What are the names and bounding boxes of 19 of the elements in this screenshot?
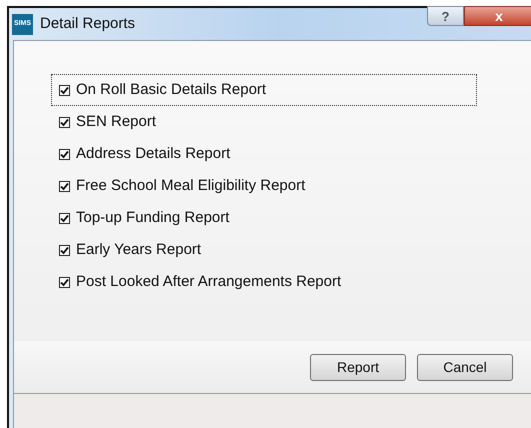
check-icon <box>60 150 69 158</box>
report-checkbox[interactable]: Post Looked After Arrangements Report <box>51 266 477 298</box>
report-checkbox[interactable]: Early Years Report <box>51 234 477 266</box>
report-checkbox[interactable]: Address Details Report <box>51 138 477 170</box>
help-button[interactable]: ? <box>427 6 464 26</box>
close-button[interactable]: x <box>464 6 531 26</box>
check-icon <box>60 86 69 94</box>
window-title: Detail Reports <box>40 14 136 34</box>
check-icon <box>60 246 69 254</box>
report-checkbox[interactable]: Top-up Funding Report <box>51 202 477 234</box>
report-checkbox[interactable]: On Roll Basic Details Report <box>51 74 477 106</box>
report-checkbox[interactable]: SEN Report <box>51 106 477 138</box>
report-button[interactable]: Report <box>310 354 406 380</box>
check-icon <box>60 278 69 286</box>
check-icon <box>60 214 69 222</box>
cancel-button[interactable]: Cancel <box>417 354 513 380</box>
report-checkbox[interactable]: Free School Meal Eligibility Report <box>51 170 477 202</box>
check-icon <box>60 182 69 190</box>
check-icon <box>60 118 69 126</box>
